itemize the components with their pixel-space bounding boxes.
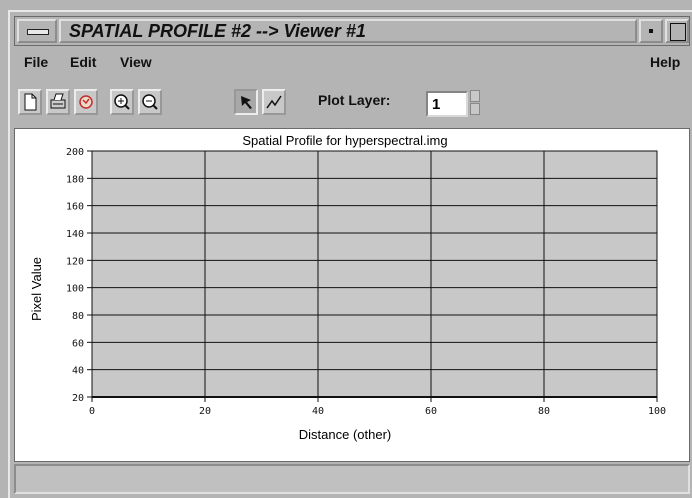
reset-button[interactable] xyxy=(74,89,98,115)
x-tick-label: 20 xyxy=(199,406,211,417)
x-tick-label: 0 xyxy=(89,406,95,417)
x-axis-label: Distance (other) xyxy=(299,427,391,442)
spin-down-icon[interactable] xyxy=(470,103,480,115)
window-menu-button[interactable] xyxy=(17,19,57,43)
plot-background xyxy=(91,150,658,398)
spatial-profile-window: SPATIAL PROFILE #2 --> Viewer #1 File Ed… xyxy=(8,10,692,498)
y-axis-label: Pixel Value xyxy=(29,257,44,321)
minimize-icon xyxy=(649,29,653,33)
menu-help[interactable]: Help xyxy=(650,54,680,70)
zoom-in-button[interactable] xyxy=(110,89,134,115)
menu-view[interactable]: View xyxy=(120,54,152,70)
x-tick-label: 60 xyxy=(425,406,437,417)
y-tick-label: 20 xyxy=(72,393,84,404)
y-tick-label: 100 xyxy=(66,284,84,295)
status-bar xyxy=(14,464,690,494)
menu-bar: File Edit View Help xyxy=(14,50,690,76)
draw-line-button[interactable] xyxy=(262,89,286,115)
y-tick-label: 60 xyxy=(72,338,84,349)
y-tick-label: 180 xyxy=(66,174,84,185)
menu-edit[interactable]: Edit xyxy=(70,54,96,70)
reset-icon xyxy=(79,95,93,109)
maximize-icon xyxy=(670,23,686,41)
select-arrow-icon xyxy=(241,96,252,109)
zoom-in-icon xyxy=(114,94,130,110)
x-tick-label: 80 xyxy=(538,406,550,417)
zoom-out-icon xyxy=(142,94,158,110)
spatial-profile-chart[interactable]: 20 40 60 80 100 120 140 160 180 200 0 20 40 60 80 100 Di… xyxy=(15,129,689,461)
print-button[interactable] xyxy=(46,89,70,115)
new-icon xyxy=(24,93,37,111)
window-title: SPATIAL PROFILE #2 --> Viewer #1 xyxy=(59,19,637,43)
y-tick-label: 120 xyxy=(66,256,84,267)
toolbar: Plot Layer: 1 xyxy=(14,82,690,122)
y-tick-label: 140 xyxy=(66,229,84,240)
plot-layer-spinner[interactable] xyxy=(470,90,482,116)
y-tick-label: 160 xyxy=(66,202,84,213)
spin-up-icon[interactable] xyxy=(470,90,480,102)
print-icon xyxy=(50,93,66,109)
minimize-button[interactable] xyxy=(639,19,663,43)
y-tick-label: 40 xyxy=(72,366,84,377)
plot-layer-label: Plot Layer: xyxy=(318,92,391,108)
chart-title: Spatial Profile for hyperspectral.img xyxy=(242,133,447,148)
plot-layer-input[interactable]: 1 xyxy=(426,91,468,117)
new-button[interactable] xyxy=(18,89,42,115)
y-tick-label: 200 xyxy=(66,147,84,158)
window-menu-icon xyxy=(27,29,49,35)
maximize-button[interactable] xyxy=(665,19,689,43)
draw-line-icon xyxy=(266,95,282,109)
plot-panel: 20 40 60 80 100 120 140 160 180 200 0 20 40 60 80 100 Di… xyxy=(14,128,690,462)
x-tick-label: 100 xyxy=(648,406,666,417)
title-bar[interactable]: SPATIAL PROFILE #2 --> Viewer #1 xyxy=(14,16,690,46)
menu-file[interactable]: File xyxy=(24,54,48,70)
x-tick-label: 40 xyxy=(312,406,324,417)
y-tick-label: 80 xyxy=(72,311,84,322)
select-arrow-button[interactable] xyxy=(234,89,258,115)
zoom-out-button[interactable] xyxy=(138,89,162,115)
